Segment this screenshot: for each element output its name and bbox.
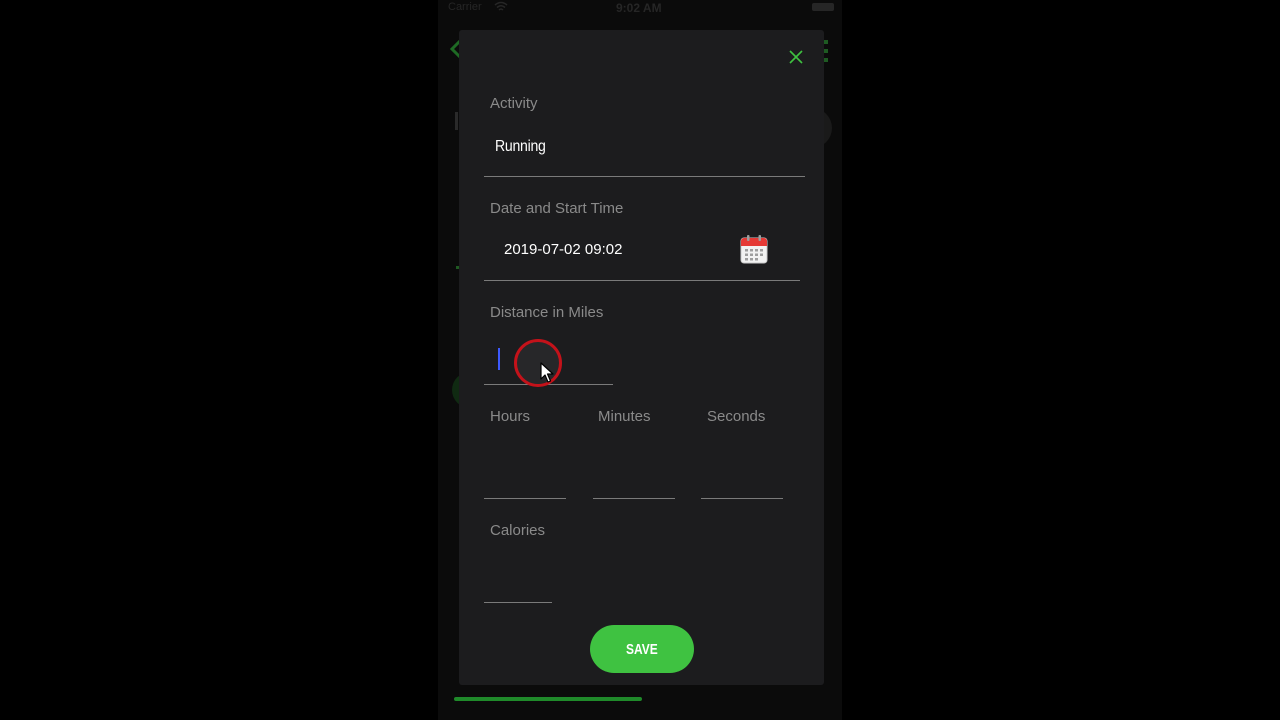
activity-select[interactable]: Running: [484, 128, 805, 176]
status-time: 9:02 AM: [616, 1, 662, 15]
minutes-underline: [593, 498, 675, 499]
more-menu-icon: [824, 40, 830, 62]
calories-input[interactable]: [484, 554, 552, 602]
calendar-icon[interactable]: [740, 234, 768, 264]
seconds-underline: [701, 498, 783, 499]
calories-underline: [484, 602, 552, 603]
minutes-label: Minutes: [598, 408, 651, 425]
click-indicator: [514, 339, 562, 387]
save-button-label: SAVE: [626, 640, 658, 658]
seconds-label: Seconds: [707, 408, 766, 425]
date-time-field[interactable]: 2019-07-02 09:02: [484, 228, 800, 280]
seconds-input[interactable]: [701, 450, 783, 498]
close-icon[interactable]: [787, 48, 805, 66]
calories-label: Calories: [490, 522, 546, 539]
distance-label: Distance in Miles: [490, 304, 604, 321]
activity-underline: [484, 176, 805, 177]
activity-label: Activity: [490, 95, 538, 112]
hours-underline: [484, 498, 566, 499]
text-caret: [498, 348, 500, 370]
activity-value: Running: [495, 138, 546, 155]
hours-label: Hours: [490, 408, 531, 425]
status-carrier: Carrier: [448, 1, 482, 13]
background-progress-bar: [454, 697, 642, 701]
background-title-glyph: [455, 112, 458, 130]
wifi-icon: [494, 1, 508, 11]
date-time-underline: [484, 280, 800, 281]
date-time-value: 2019-07-02 09:02: [504, 241, 623, 258]
battery-icon: [812, 3, 834, 11]
hours-input[interactable]: [484, 450, 566, 498]
save-button[interactable]: SAVE: [590, 625, 694, 673]
date-time-label: Date and Start Time: [490, 200, 624, 217]
mouse-pointer-icon: [540, 362, 554, 383]
minutes-input[interactable]: [593, 450, 675, 498]
screen: Carrier 9:02 AM Activity Running Date an…: [0, 0, 1280, 720]
